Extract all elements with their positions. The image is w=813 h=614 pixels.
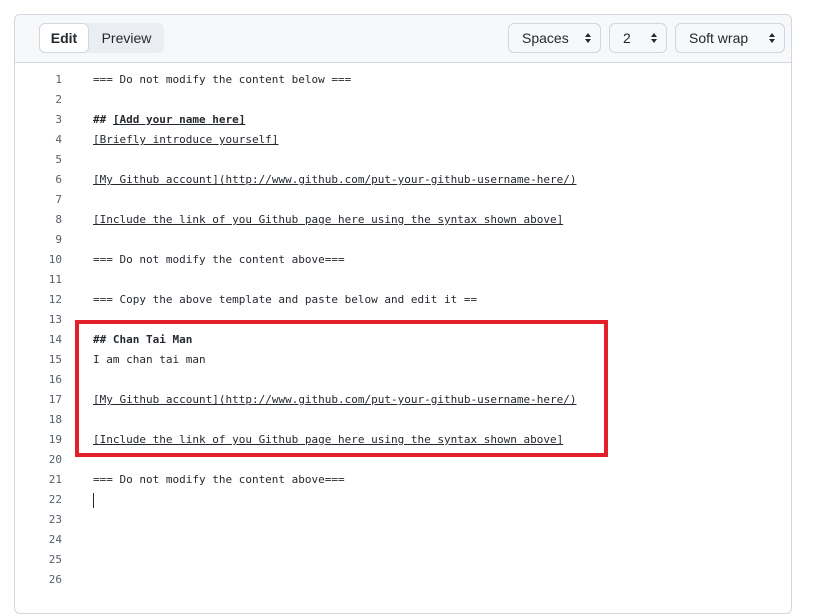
indent-size-select[interactable]: 2 (609, 23, 667, 53)
editor-toolbar: Edit Preview Spaces 2 Soft wrap (15, 15, 791, 63)
line-text: [My Github account](http://www.github.co… (93, 170, 576, 190)
line-number: 10 (48, 253, 62, 266)
indent-mode-select[interactable]: Spaces (508, 23, 601, 53)
line-text: ## [Add your name here] (93, 110, 245, 130)
wrap-mode-select[interactable]: Soft wrap (675, 23, 785, 53)
line-number: 5 (55, 153, 62, 166)
line-number: 9 (55, 233, 62, 246)
line-number: 6 (55, 173, 62, 186)
line-number: 12 (48, 293, 62, 306)
line-number: 15 (48, 353, 62, 366)
code-token: [Briefly introduce yourself] (93, 133, 279, 146)
text-cursor (93, 493, 94, 508)
edit-preview-tabs: Edit Preview (39, 23, 164, 53)
line-number: 7 (55, 193, 62, 206)
tab-preview[interactable]: Preview (89, 23, 164, 53)
line-number: 19 (48, 433, 62, 446)
code-token: (http://www.github.com/put-your-github-u… (218, 173, 577, 186)
line-text: === Do not modify the content above=== (93, 470, 345, 490)
line-text: [Briefly introduce yourself] (93, 130, 278, 150)
code-token: [Include the link of you Github page her… (93, 213, 564, 226)
line-number: 11 (48, 273, 62, 286)
line-number: 8 (55, 213, 62, 226)
line-number: 26 (48, 573, 62, 586)
line-number: 14 (48, 333, 62, 346)
code-token: [Add your name here] (112, 113, 246, 126)
wrap-mode-value: Soft wrap (689, 30, 749, 46)
select-arrows-icon (651, 33, 657, 43)
indent-size-value: 2 (623, 30, 631, 46)
line-number: 20 (48, 453, 62, 466)
select-arrows-icon (585, 33, 591, 43)
line-text: === Copy the above template and paste be… (93, 290, 477, 310)
code-token: ## (93, 113, 113, 126)
file-editor: Edit Preview Spaces 2 Soft wrap 1 === Do … (14, 14, 792, 614)
line-number: 13 (48, 313, 62, 326)
code-token: [My Github account] (93, 173, 219, 186)
line-text: === Do not modify the content above=== (93, 250, 345, 270)
code-token: === Do not modify the content above=== (93, 473, 345, 486)
line-number: 22 (48, 493, 62, 506)
line-number: 18 (48, 413, 62, 426)
tab-edit[interactable]: Edit (39, 23, 89, 53)
line-number: 16 (48, 373, 62, 386)
line-number: 23 (48, 513, 62, 526)
highlight-box (75, 320, 608, 457)
indent-mode-value: Spaces (522, 30, 569, 46)
code-token: === Do not modify the content below === (93, 73, 352, 86)
line-text: [Include the link of you Github page her… (93, 210, 563, 230)
line-number: 4 (55, 133, 62, 146)
select-arrows-icon (769, 33, 775, 43)
line-number: 21 (48, 473, 62, 486)
code-token: === Do not modify the content above=== (93, 253, 345, 266)
line-number: 25 (48, 553, 62, 566)
line-number: 3 (55, 113, 62, 126)
line-number: 1 (55, 73, 62, 86)
line-number: 17 (48, 393, 62, 406)
code-token: === Copy the above template and paste be… (93, 293, 478, 306)
line-text: === Do not modify the content below === (93, 70, 351, 90)
line-number: 2 (55, 93, 62, 106)
line-number: 24 (48, 533, 62, 546)
